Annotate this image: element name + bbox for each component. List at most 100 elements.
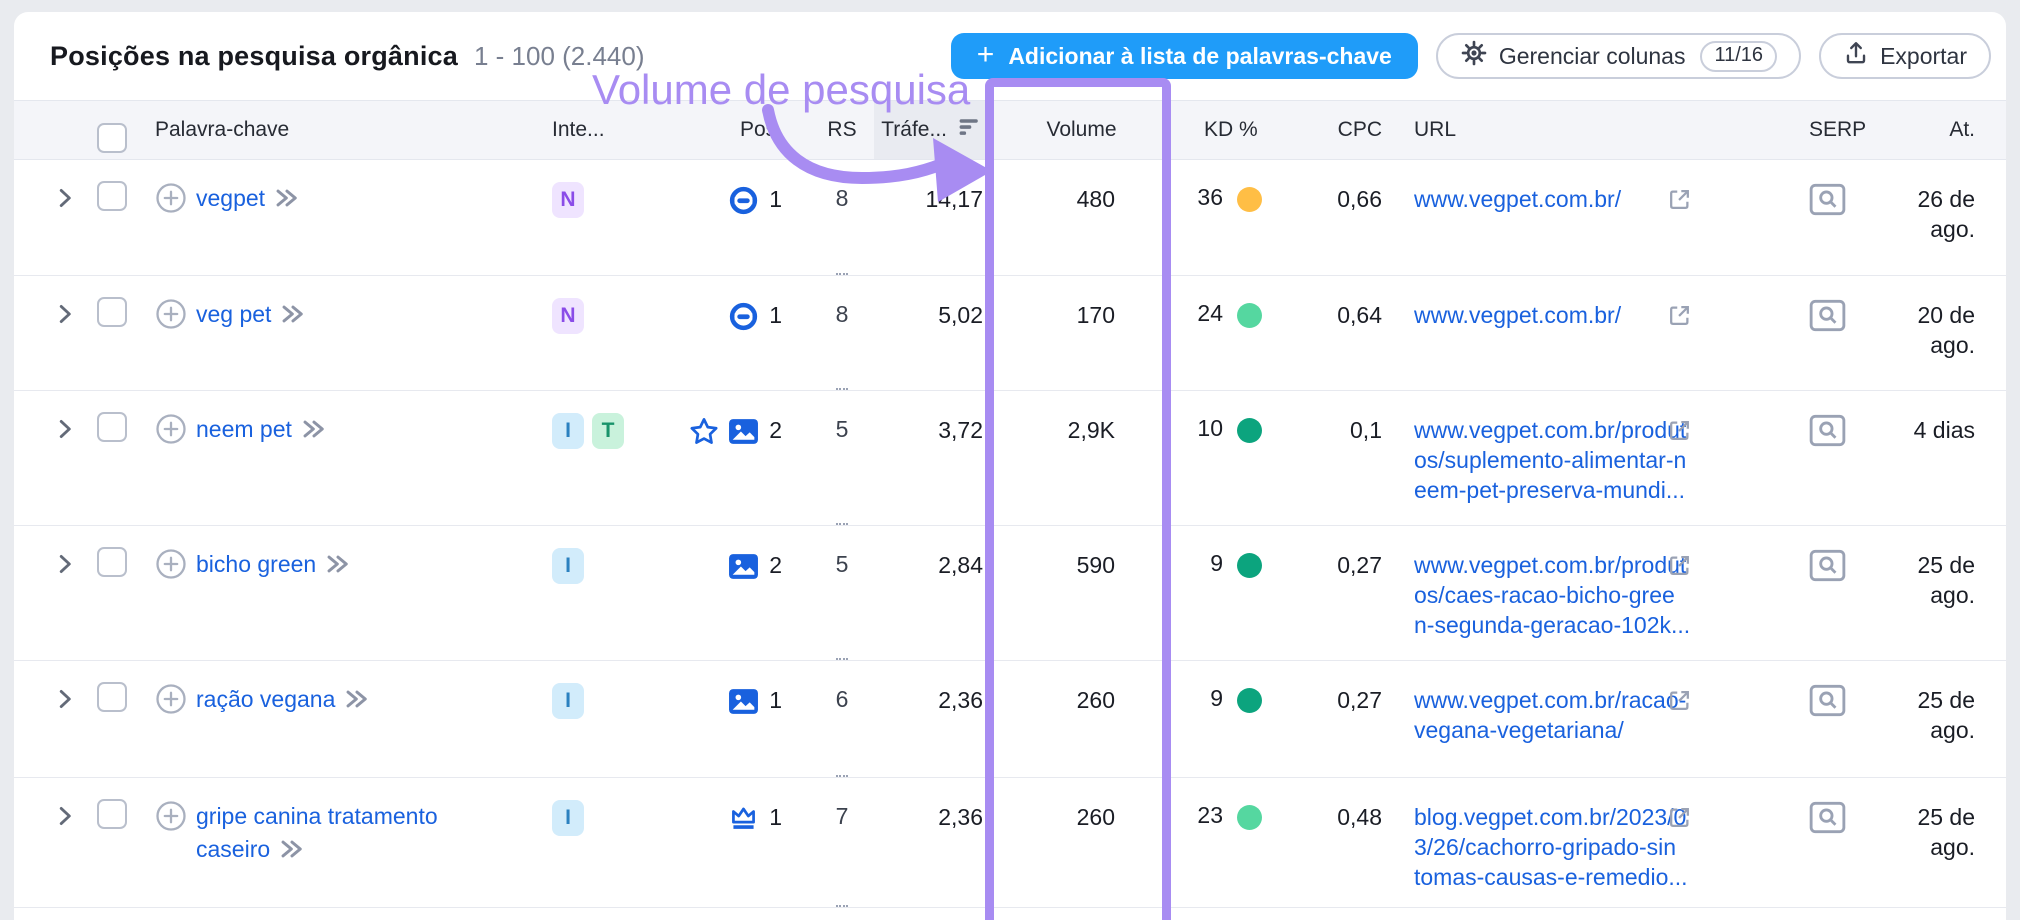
select-all-checkbox[interactable] (97, 123, 127, 153)
column-header-kd[interactable]: KD % (1174, 101, 1309, 159)
double-chevron-icon[interactable] (324, 551, 352, 584)
serp-preview-icon[interactable] (1809, 549, 1846, 582)
gear-icon (1460, 39, 1488, 73)
double-chevron-icon[interactable] (279, 301, 307, 334)
image-icon (728, 551, 759, 582)
volume-value: 260 (989, 778, 1174, 907)
intent-badge-I[interactable]: I (552, 413, 584, 449)
keyword-link[interactable]: bicho green (196, 551, 316, 577)
column-header-url[interactable]: URL (1414, 101, 1714, 159)
updated-value: 25 de ago. (1854, 778, 2006, 907)
header-expander-col (14, 101, 86, 159)
add-keyword-icon[interactable] (155, 182, 187, 220)
add-to-keyword-list-button[interactable]: + Adicionar à lista de palavras-chave (951, 33, 1418, 79)
expand-chevron-icon[interactable] (56, 556, 74, 582)
rs-value[interactable]: 8 (836, 300, 849, 390)
intent-badge-N[interactable]: N (552, 182, 584, 218)
external-link-icon[interactable] (1666, 552, 1693, 585)
column-header-intent[interactable]: Inte... (520, 101, 660, 159)
external-link-icon[interactable] (1666, 302, 1693, 335)
url-link[interactable]: www.vegpet.com.br/ (1414, 300, 1670, 330)
column-header-volume[interactable]: Volume (989, 101, 1174, 159)
next-row-sliver (14, 907, 2006, 920)
intent-badge-I[interactable]: I (552, 548, 584, 584)
keyword-link[interactable]: gripe canina tratamento caseiro (196, 803, 438, 862)
column-header-pos[interactable]: Pos. (660, 101, 810, 159)
rs-value[interactable]: 7 (836, 802, 849, 907)
columns-count-badge: 11/16 (1700, 41, 1777, 72)
plus-icon: + (977, 40, 995, 70)
column-header-updated[interactable]: At. (1854, 101, 2006, 159)
double-chevron-icon[interactable] (300, 416, 328, 449)
expand-chevron-icon[interactable] (56, 306, 74, 332)
column-header-traffic[interactable]: Tráfe... (874, 101, 989, 159)
kd-value: 36 (1197, 184, 1223, 211)
serp-preview-icon[interactable] (1809, 801, 1846, 834)
row-checkbox[interactable] (97, 181, 127, 211)
row-checkbox[interactable] (97, 799, 127, 829)
external-link-icon[interactable] (1666, 687, 1693, 720)
url-link[interactable]: www.vegpet.com.br/racao-vegana-vegetaria… (1414, 685, 1670, 745)
keyword-link[interactable]: veg pet (196, 301, 271, 327)
double-chevron-icon[interactable] (273, 185, 301, 218)
serp-preview-icon[interactable] (1809, 414, 1846, 447)
url-link[interactable]: www.vegpet.com.br/ (1414, 184, 1670, 214)
updated-value: 25 de ago. (1854, 526, 2006, 660)
external-link-icon[interactable] (1666, 186, 1693, 219)
manage-columns-label: Gerenciar colunas (1499, 43, 1686, 70)
kd-dot (1237, 418, 1262, 443)
kd-dot (1237, 553, 1262, 578)
manage-columns-button[interactable]: Gerenciar colunas 11/16 (1436, 33, 1801, 79)
intent-badge-I[interactable]: I (552, 683, 584, 719)
column-header-keyword[interactable]: Palavra-chave (140, 101, 520, 159)
url-link[interactable]: blog.vegpet.com.br/2023/03/26/cachorro-g… (1414, 802, 1670, 892)
add-keyword-icon[interactable] (155, 548, 187, 586)
add-keyword-icon[interactable] (155, 800, 187, 838)
row-checkbox[interactable] (97, 412, 127, 442)
kd-value: 24 (1197, 300, 1223, 327)
column-header-serp[interactable]: SERP (1714, 101, 1854, 159)
serp-preview-icon[interactable] (1809, 299, 1846, 332)
keyword-link[interactable]: ração vegana (196, 686, 335, 712)
keyword-link[interactable]: vegpet (196, 185, 265, 211)
external-link-icon[interactable] (1666, 804, 1693, 837)
external-link-icon[interactable] (1666, 417, 1693, 450)
rs-value[interactable]: 5 (836, 550, 849, 660)
rs-value[interactable]: 8 (836, 184, 849, 275)
url-link[interactable]: www.vegpet.com.br/produtos/suplemento-al… (1414, 415, 1670, 505)
column-header-cpc[interactable]: CPC (1309, 101, 1414, 159)
keyword-link[interactable]: neem pet (196, 416, 292, 442)
expand-chevron-icon[interactable] (56, 190, 74, 216)
intent-badge-N[interactable]: N (552, 298, 584, 334)
export-button[interactable]: Exportar (1819, 33, 1991, 79)
double-chevron-icon[interactable] (278, 836, 306, 869)
kd-value: 9 (1210, 685, 1223, 712)
table-row: neem pet IT 2 5 3,72 2,9K 10 0,1 www.veg… (14, 390, 2006, 525)
row-checkbox[interactable] (97, 297, 127, 327)
expand-chevron-icon[interactable] (56, 808, 74, 834)
crown-icon (728, 803, 759, 834)
sort-descending-icon[interactable] (957, 116, 983, 144)
expand-chevron-icon[interactable] (56, 421, 74, 447)
add-keyword-icon[interactable] (155, 413, 187, 451)
cpc-value: 0,27 (1309, 526, 1414, 660)
add-keyword-icon[interactable] (155, 298, 187, 336)
volume-value: 590 (989, 526, 1174, 660)
organic-positions-card: Posições na pesquisa orgânica 1 - 100 (2… (14, 12, 2006, 920)
rs-value[interactable]: 5 (836, 415, 849, 525)
rs-value[interactable]: 6 (836, 685, 849, 777)
expand-chevron-icon[interactable] (56, 691, 74, 717)
row-checkbox[interactable] (97, 682, 127, 712)
page-title: Posições na pesquisa orgânica (50, 41, 458, 72)
intent-badge-T[interactable]: T (592, 413, 624, 449)
url-link[interactable]: www.vegpet.com.br/produtos/caes-racao-bi… (1414, 550, 1670, 640)
add-keyword-icon[interactable] (155, 683, 187, 721)
double-chevron-icon[interactable] (343, 686, 371, 719)
row-checkbox[interactable] (97, 547, 127, 577)
serp-preview-icon[interactable] (1809, 684, 1846, 717)
column-header-rs[interactable]: RS (810, 101, 874, 159)
serp-preview-icon[interactable] (1809, 183, 1846, 216)
table-row: ração vegana I 1 6 2,36 260 9 0,27 www.v… (14, 660, 2006, 777)
position-value: 2 (769, 415, 782, 445)
intent-badge-I[interactable]: I (552, 800, 584, 836)
